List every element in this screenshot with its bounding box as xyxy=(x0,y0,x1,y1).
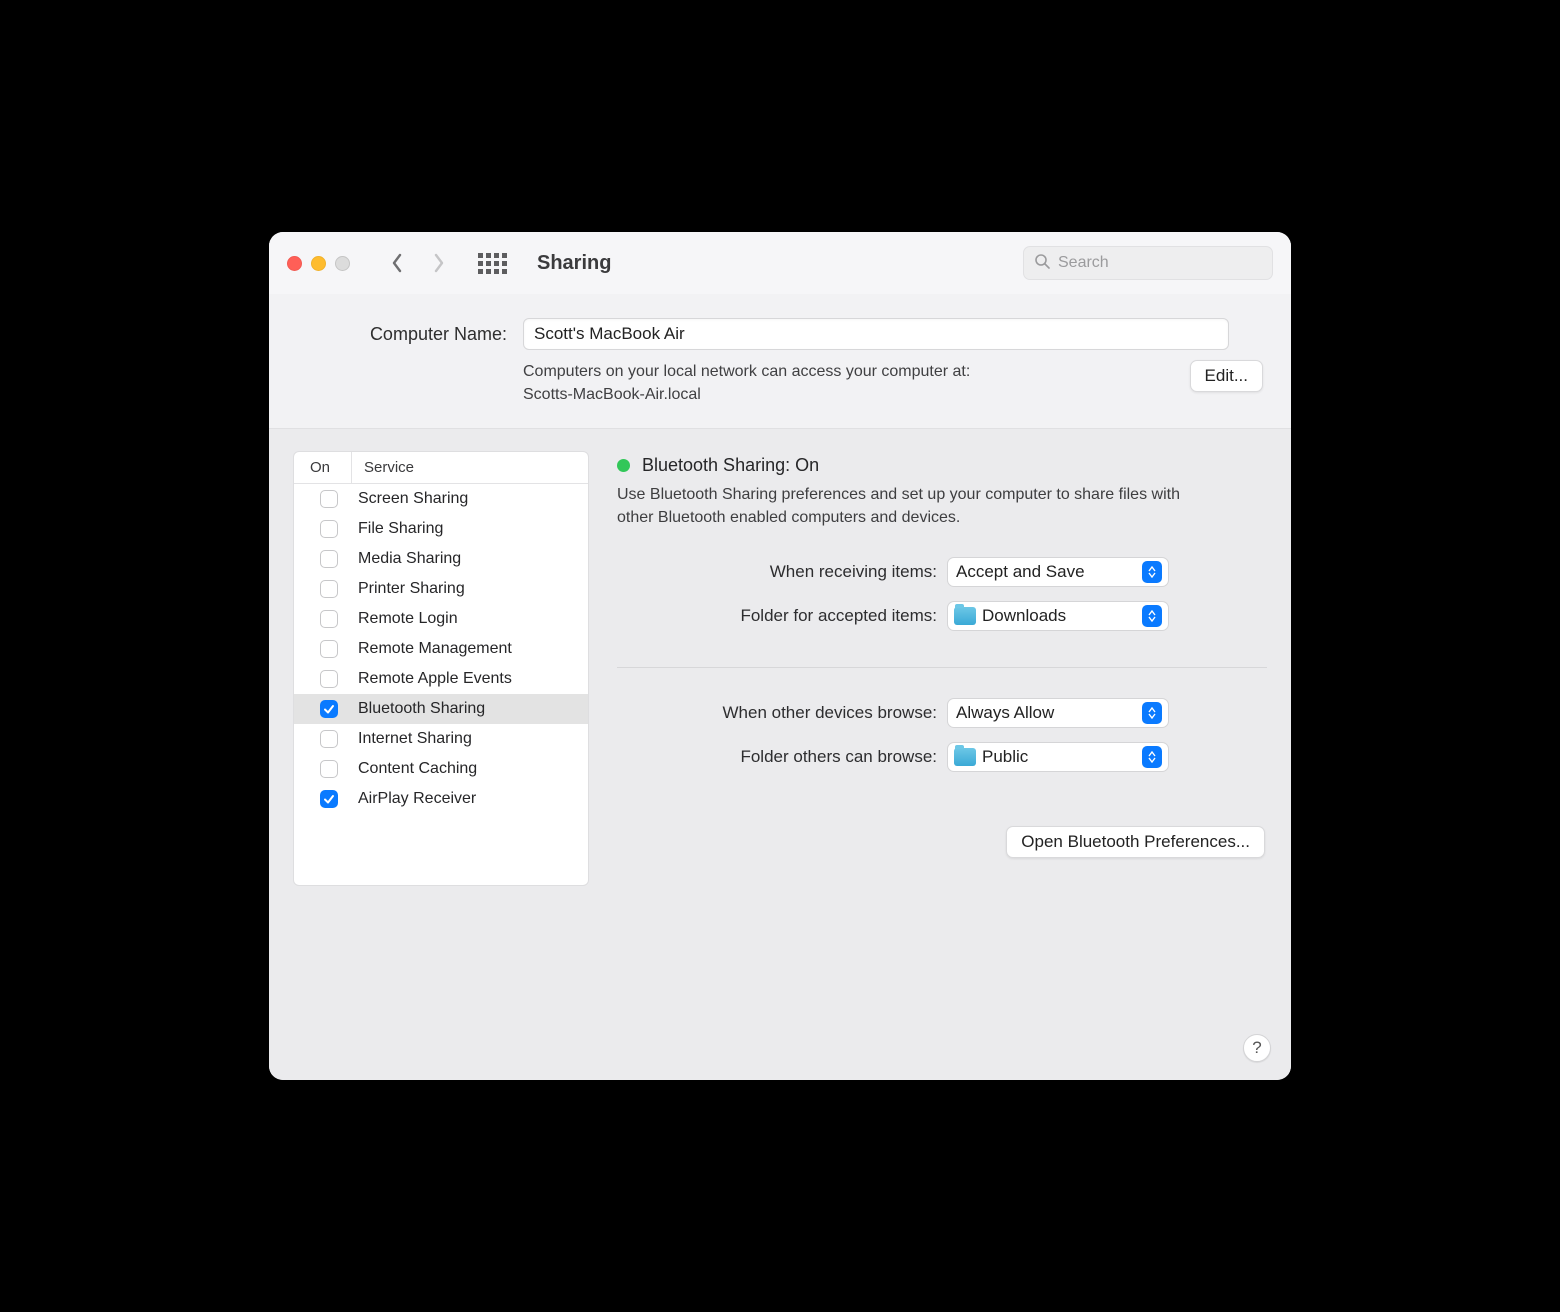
service-checkbox[interactable] xyxy=(320,700,338,718)
service-label: Content Caching xyxy=(358,760,477,778)
service-row[interactable]: Content Caching xyxy=(294,754,588,784)
service-checkbox[interactable] xyxy=(320,640,338,658)
help-button[interactable]: ? xyxy=(1243,1034,1271,1062)
body: On Service Screen Sharing File Sharing Med… xyxy=(269,428,1291,1080)
service-row[interactable]: Media Sharing xyxy=(294,544,588,574)
service-row[interactable]: Bluetooth Sharing xyxy=(294,694,588,724)
browse-action-value: Always Allow xyxy=(956,703,1142,723)
updown-arrows-icon xyxy=(1142,605,1162,627)
services-table: On Service Screen Sharing File Sharing Med… xyxy=(293,451,589,886)
updown-arrows-icon xyxy=(1142,746,1162,768)
service-label: Screen Sharing xyxy=(358,490,468,508)
services-list: Screen Sharing File Sharing Media Sharing P… xyxy=(294,484,588,814)
search-input[interactable] xyxy=(1058,254,1262,272)
computer-name-input[interactable] xyxy=(523,318,1229,350)
service-label: Printer Sharing xyxy=(358,580,465,598)
close-window-button[interactable] xyxy=(287,256,302,271)
service-row[interactable]: Remote Management xyxy=(294,634,588,664)
search-field[interactable] xyxy=(1023,246,1273,280)
column-on: On xyxy=(294,452,352,483)
status-description: Use Bluetooth Sharing preferences and se… xyxy=(617,484,1217,529)
open-bluetooth-preferences-button[interactable]: Open Bluetooth Preferences... xyxy=(1006,826,1265,858)
service-label: Remote Apple Events xyxy=(358,670,512,688)
bluetooth-options: When receiving items: Accept and Save Fo… xyxy=(617,557,1267,858)
service-checkbox[interactable] xyxy=(320,550,338,568)
accept-folder-value: Downloads xyxy=(982,606,1142,626)
service-label: Internet Sharing xyxy=(358,730,472,748)
service-row[interactable]: AirPlay Receiver xyxy=(294,784,588,814)
service-checkbox[interactable] xyxy=(320,580,338,598)
minimize-window-button[interactable] xyxy=(311,256,326,271)
service-label: AirPlay Receiver xyxy=(358,790,476,808)
folder-icon xyxy=(954,748,976,766)
service-checkbox[interactable] xyxy=(320,520,338,538)
window-controls xyxy=(287,256,350,271)
detail-pane: Bluetooth Sharing: On Use Bluetooth Shar… xyxy=(617,451,1267,1056)
service-label: Remote Login xyxy=(358,610,458,628)
service-row[interactable]: Remote Login xyxy=(294,604,588,634)
service-checkbox[interactable] xyxy=(320,730,338,748)
pane-title: Sharing xyxy=(537,252,611,275)
service-row[interactable]: Internet Sharing xyxy=(294,724,588,754)
toolbar: Sharing xyxy=(269,232,1291,294)
column-service: Service xyxy=(352,459,414,476)
service-checkbox[interactable] xyxy=(320,610,338,628)
divider xyxy=(617,667,1267,668)
browse-action-popup[interactable]: Always Allow xyxy=(947,698,1169,728)
browse-label: When other devices browse: xyxy=(617,703,937,723)
receive-action-value: Accept and Save xyxy=(956,562,1142,582)
computer-name-label: Computer Name: xyxy=(297,324,507,345)
service-row[interactable]: Printer Sharing xyxy=(294,574,588,604)
zoom-window-button[interactable] xyxy=(335,256,350,271)
status-title: Bluetooth Sharing: On xyxy=(642,455,819,476)
forward-button[interactable] xyxy=(432,252,446,274)
service-row[interactable]: Screen Sharing xyxy=(294,484,588,514)
search-icon xyxy=(1034,253,1050,274)
accept-folder-popup[interactable]: Downloads xyxy=(947,601,1169,631)
show-all-icon[interactable] xyxy=(478,253,507,274)
computer-name-description: Computers on your local network can acce… xyxy=(523,360,970,406)
status-row: Bluetooth Sharing: On xyxy=(617,455,1267,476)
updown-arrows-icon xyxy=(1142,561,1162,583)
receive-action-popup[interactable]: Accept and Save xyxy=(947,557,1169,587)
back-button[interactable] xyxy=(390,252,404,274)
nav-buttons xyxy=(390,252,446,274)
service-label: Media Sharing xyxy=(358,550,461,568)
preferences-window: Sharing Computer Name: Computers on your… xyxy=(269,232,1291,1080)
browse-folder-value: Public xyxy=(982,747,1142,767)
service-checkbox[interactable] xyxy=(320,670,338,688)
accept-folder-label: Folder for accepted items: xyxy=(617,606,937,626)
service-checkbox[interactable] xyxy=(320,490,338,508)
service-row[interactable]: File Sharing xyxy=(294,514,588,544)
edit-hostname-button[interactable]: Edit... xyxy=(1190,360,1263,392)
updown-arrows-icon xyxy=(1142,702,1162,724)
status-indicator-icon xyxy=(617,459,630,472)
service-checkbox[interactable] xyxy=(320,760,338,778)
receive-label: When receiving items: xyxy=(617,562,937,582)
service-label: Bluetooth Sharing xyxy=(358,700,485,718)
browse-folder-popup[interactable]: Public xyxy=(947,742,1169,772)
service-row[interactable]: Remote Apple Events xyxy=(294,664,588,694)
service-label: Remote Management xyxy=(358,640,512,658)
service-label: File Sharing xyxy=(358,520,443,538)
computer-name-section: Computer Name: Computers on your local n… xyxy=(269,294,1291,428)
browse-folder-label: Folder others can browse: xyxy=(617,747,937,767)
service-checkbox[interactable] xyxy=(320,790,338,808)
services-table-header: On Service xyxy=(294,452,588,484)
folder-icon xyxy=(954,607,976,625)
